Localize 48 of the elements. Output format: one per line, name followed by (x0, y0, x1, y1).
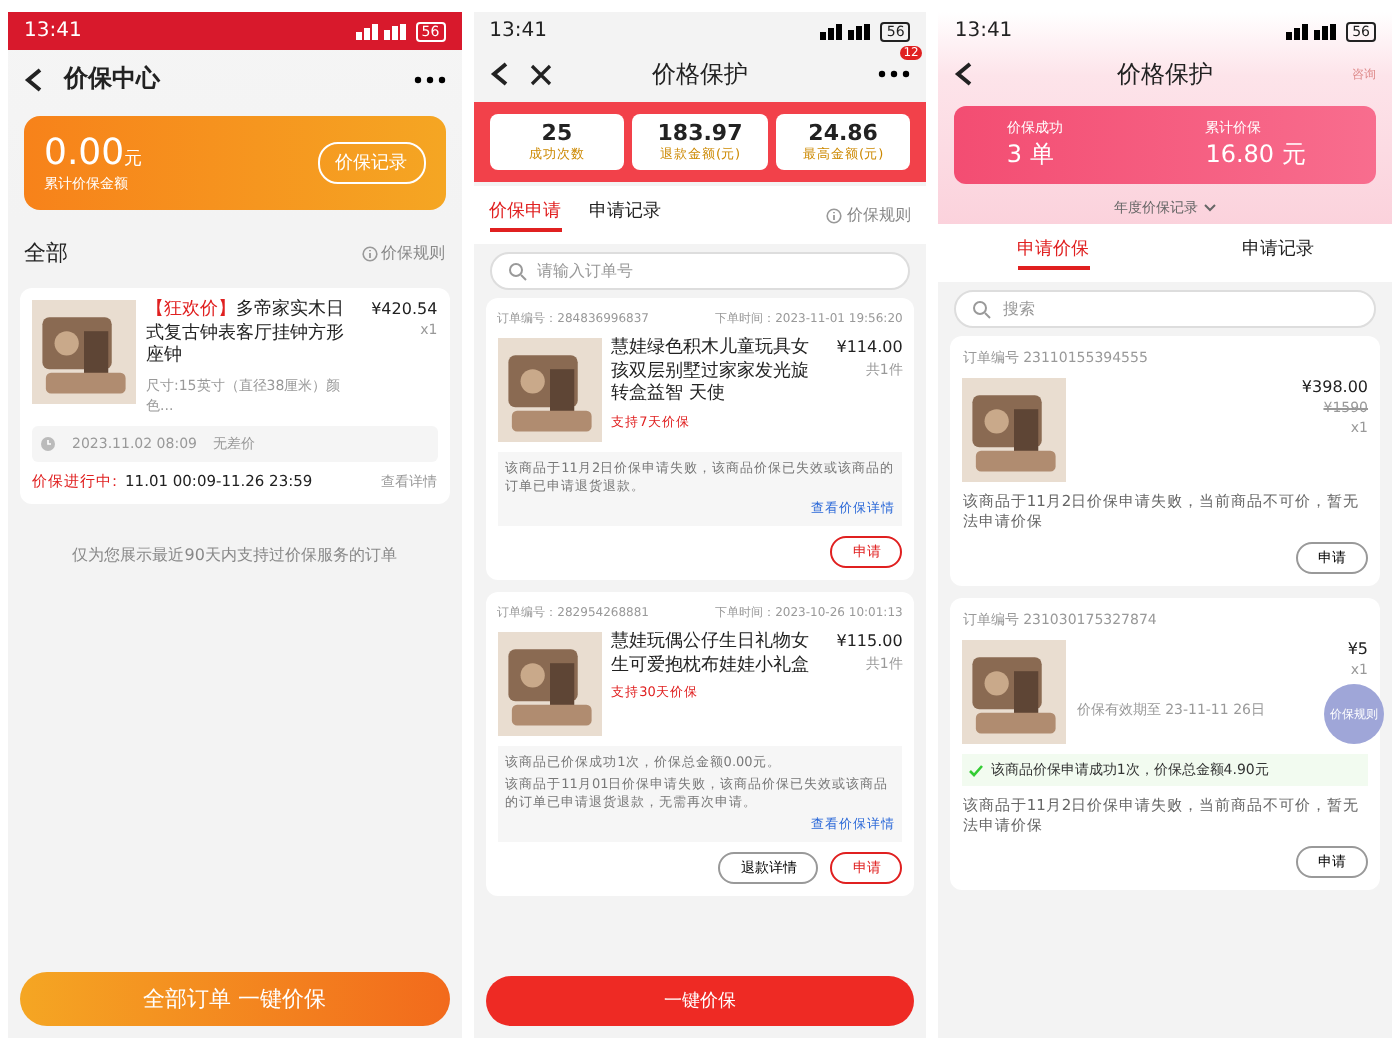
protect-all-button[interactable]: 一键价保 (485, 976, 915, 1026)
product-price: ¥420.54 (371, 300, 438, 318)
page-title: 价保中心 (64, 62, 163, 96)
status-time: 13:41 (24, 20, 82, 42)
search-field[interactable]: 搜索 (954, 290, 1377, 328)
protect-all-button[interactable]: 全部订单 一键价保 (20, 972, 450, 1026)
stat-value: 3 单 (1006, 138, 1056, 172)
back-icon[interactable] (24, 67, 44, 91)
product-price: ¥398.00 (1301, 378, 1369, 396)
product-price: ¥114.00 (836, 338, 903, 356)
close-icon[interactable] (529, 63, 552, 85)
section-title: 全部 (24, 238, 68, 268)
stat-value: 25 (541, 120, 573, 146)
clock-icon (40, 436, 56, 453)
signal-icon (820, 23, 873, 39)
info-icon (361, 245, 378, 261)
rule-link[interactable]: 价保规则 (846, 204, 911, 226)
product-price: ¥5 (1347, 640, 1369, 658)
more-icon[interactable] (413, 75, 446, 83)
product-name: 慧娃玩偶公仔生日礼物女生可爱抱枕布娃娃小礼盒 (611, 632, 812, 679)
back-icon[interactable] (954, 62, 975, 86)
stat-value: 16.80 元 (1205, 138, 1308, 172)
signal-icon (355, 23, 408, 39)
rule-link[interactable]: 价保规则 (381, 242, 446, 264)
page-title: 价格保护 (1117, 57, 1214, 91)
check-icon (968, 763, 985, 777)
tab[interactable]: 申请记录 (589, 198, 662, 232)
stat-value: 183.97 (657, 120, 743, 146)
search-field[interactable]: 请输入订单号 (489, 252, 911, 290)
more-icon[interactable] (878, 70, 911, 78)
chevron-down-icon (1204, 204, 1217, 212)
product-name: 【狂欢价】多帝家实木日式复古钟表客厅挂钟方形座钟 (146, 300, 346, 371)
search-icon (507, 261, 528, 281)
search-icon (972, 299, 993, 319)
page-title: 价格保护 (652, 57, 748, 91)
info-icon (826, 207, 843, 223)
status-time: 13:41 (489, 20, 547, 42)
status-time: 13:41 (954, 20, 1013, 42)
product-price: ¥115.00 (836, 632, 903, 650)
stat-value: 24.86 (808, 120, 878, 146)
back-icon[interactable] (489, 62, 510, 86)
tab[interactable]: 申请价保 (1017, 236, 1089, 270)
product-name: 慧娃绿色积木儿童玩具女孩双层别墅过家家发光旋转盒益智 天使 (611, 338, 812, 409)
signal-icon (1286, 23, 1339, 39)
tab[interactable]: 价保申请 (489, 198, 562, 232)
tab[interactable]: 申请记录 (1241, 236, 1314, 270)
total-amount: 0.00元 (44, 132, 143, 174)
notice-text: 仅为您展示最近90天内支持过价保服务的订单 (70, 544, 399, 567)
